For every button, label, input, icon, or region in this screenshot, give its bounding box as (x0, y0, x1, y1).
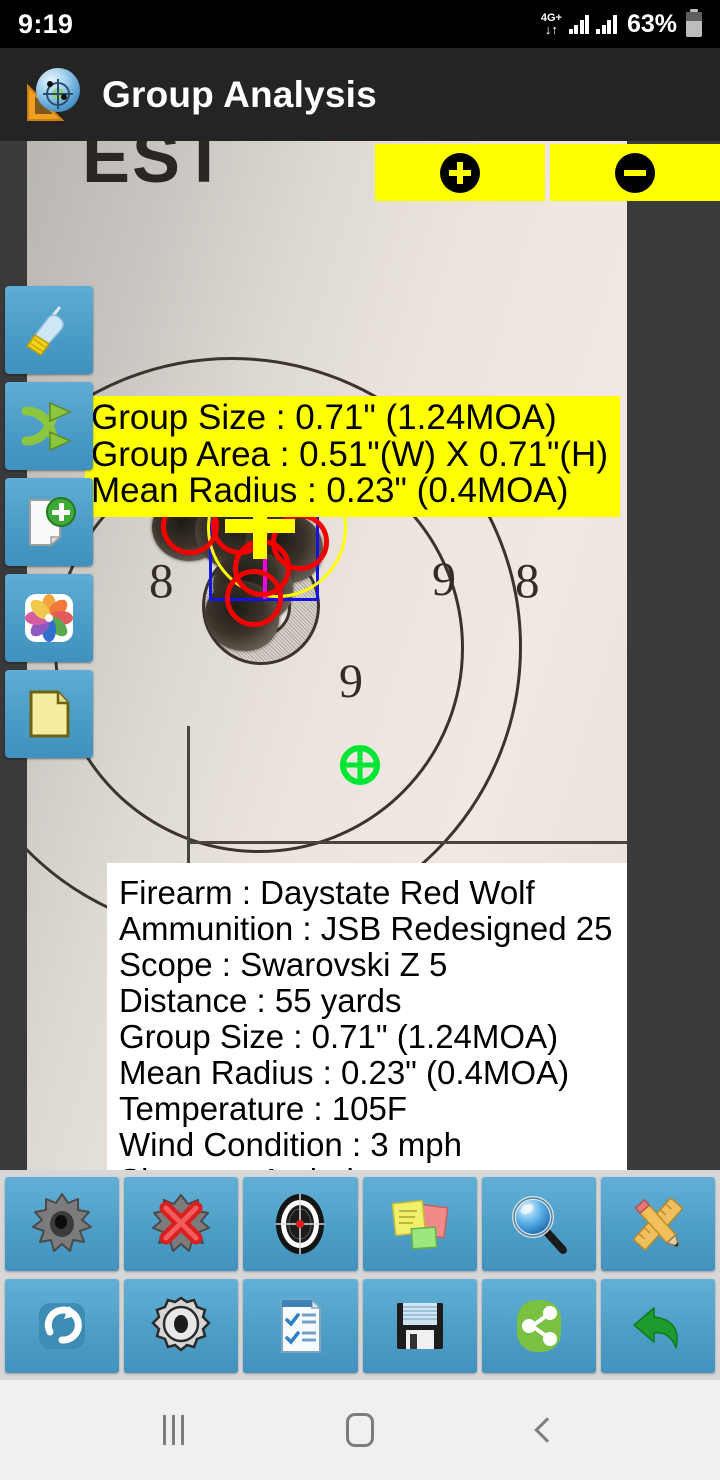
group-stats-banner: Group Size : 0.71" (1.24MOA) Group Area … (85, 396, 620, 517)
settings-button[interactable] (124, 1279, 239, 1373)
shuffle-arrows-icon (18, 395, 80, 457)
notes-button[interactable] (362, 1177, 477, 1271)
add-bullet-hole-button[interactable] (5, 1177, 120, 1271)
zoom-button[interactable] (481, 1177, 596, 1271)
yellow-note-icon (18, 683, 80, 745)
detail-shooter: Shooter : Amjad (119, 1163, 627, 1171)
clean-brush-button[interactable] (5, 286, 93, 374)
share-button[interactable] (481, 1279, 596, 1373)
zoom-out-button[interactable] (550, 144, 720, 201)
zoom-controls (375, 144, 720, 201)
checklist-report-icon (266, 1292, 334, 1360)
shuffle-button[interactable] (5, 382, 93, 470)
rotate-refresh-icon (28, 1292, 96, 1360)
zoom-in-button[interactable] (375, 144, 545, 201)
detail-wind: Wind Condition : 3 mph (119, 1126, 463, 1163)
recents-icon[interactable] (138, 1395, 208, 1465)
minus-icon (615, 152, 655, 193)
ring-number-bottom: 9 (339, 655, 363, 708)
home-icon[interactable] (325, 1395, 395, 1465)
shot-details-panel: Firearm : Daystate Red Wolf Ammunition :… (107, 863, 627, 1170)
status-bar-icons: 4G+ ↓↑ 63% (540, 8, 702, 39)
rotate-button[interactable] (5, 1279, 120, 1373)
back-button[interactable] (600, 1279, 716, 1373)
back-icon[interactable] (512, 1395, 582, 1465)
gear-icon (147, 1292, 215, 1360)
shot-marker[interactable] (225, 569, 283, 627)
bottom-toolbar (0, 1170, 720, 1380)
stat-group-area: Group Area : 0.51"(W) X 0.71"(H) (91, 434, 608, 474)
save-button[interactable] (362, 1279, 477, 1373)
network-arrows-icon: 4G+ ↓↑ (540, 11, 562, 37)
report-button[interactable] (243, 1279, 358, 1373)
form-line (187, 841, 627, 844)
bullet-hole-delete-icon (147, 1190, 215, 1258)
app-root: 9:19 4G+ ↓↑ 63% Group Analysis EST 8 9 9… (0, 0, 720, 1480)
set-target-center-button[interactable] (243, 1177, 358, 1271)
ruler-pencil-icon (624, 1190, 692, 1258)
signal-bars-icon-2 (596, 14, 617, 34)
document-add-icon (18, 491, 80, 553)
app-logo-target-ruler-icon (22, 64, 84, 126)
bullet-hole-icon (28, 1190, 96, 1258)
sticky-notes-icon (386, 1190, 454, 1258)
status-bar: 9:19 4G+ ↓↑ 63% (0, 0, 720, 48)
status-bar-clock: 9:19 (18, 8, 74, 39)
share-nodes-icon (505, 1292, 573, 1360)
magnifier-icon (505, 1190, 573, 1258)
detail-scope: Scope : Swarovski Z 5 (119, 946, 448, 983)
target-image-canvas[interactable]: EST + 8 9 8 9 9 8 5 (0, 141, 720, 1170)
back-arrow-icon (624, 1292, 692, 1360)
detail-firearm: Firearm : Daystate Red Wolf (119, 874, 535, 911)
detail-group-size: Group Size : 0.71" (1.24MOA) (119, 1018, 559, 1055)
plus-icon (440, 152, 480, 193)
toolbar-row-1 (5, 1177, 716, 1271)
battery-percent-label: 63% (626, 9, 677, 38)
battery-icon (686, 8, 702, 37)
ring-number-right-8: 8 (515, 553, 540, 608)
signal-bars-icon-1 (568, 14, 590, 34)
poi-crosshair-icon[interactable] (337, 742, 383, 788)
stat-group-size: Group Size : 0.71" (1.24MOA) (91, 398, 557, 437)
ring-number-right-9: 9 (432, 553, 456, 606)
measure-button[interactable] (600, 1177, 716, 1271)
android-nav-bar (0, 1380, 720, 1480)
toolbar-row-2 (5, 1279, 716, 1373)
detail-distance: Distance : 55 yards (119, 982, 402, 1019)
left-toolbar (5, 286, 93, 758)
stat-mean-radius: Mean Radius : 0.23" (0.4MOA) (91, 471, 569, 510)
gallery-button[interactable] (5, 574, 93, 662)
delete-bullet-hole-button[interactable] (124, 1177, 239, 1271)
detail-mean-radius: Mean Radius : 0.23" (0.4MOA) (119, 1054, 570, 1091)
detail-temperature: Temperature : 105F (119, 1090, 407, 1127)
broom-icon (18, 299, 80, 361)
bullseye-target-icon (266, 1190, 334, 1258)
photo-gallery-flower-icon (18, 587, 80, 649)
detail-ammunition: Ammunition : JSB Redesigned 25 (119, 910, 613, 947)
notes-button[interactable] (5, 670, 93, 758)
target-partial-text: EST (82, 141, 229, 198)
floppy-disk-icon (386, 1292, 454, 1360)
ring-number-left: 8 (149, 553, 174, 608)
new-document-button[interactable] (5, 478, 93, 566)
app-bar: Group Analysis (0, 48, 720, 141)
page-title: Group Analysis (102, 73, 377, 115)
